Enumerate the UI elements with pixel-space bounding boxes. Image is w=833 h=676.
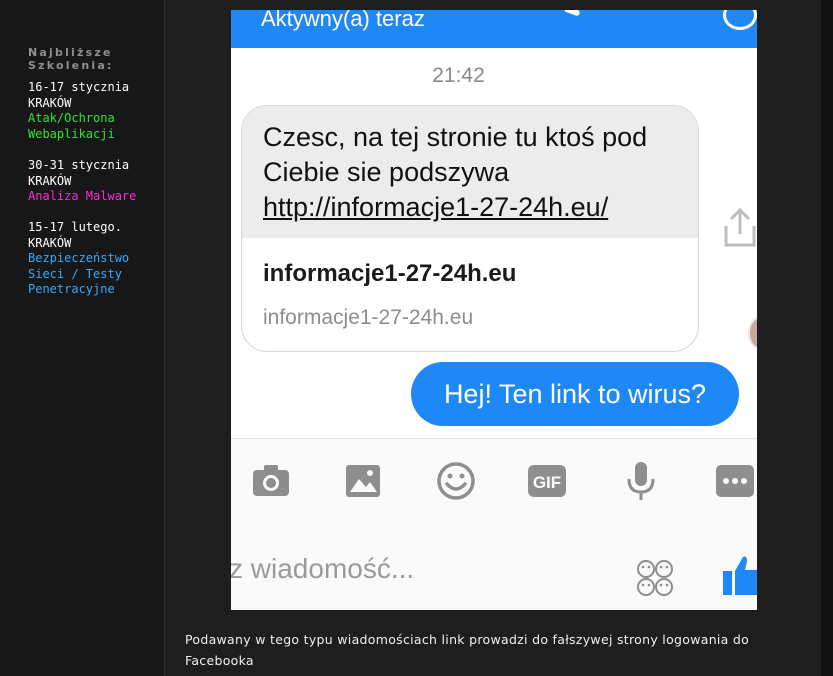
message-input[interactable] xyxy=(231,549,619,589)
phishing-link[interactable]: http://informacje1-27-24h.eu/ xyxy=(263,192,608,222)
gif-label: GIF xyxy=(533,473,561,492)
gif-icon[interactable]: GIF xyxy=(525,459,569,503)
link-preview-title: informacje1-27-24h.eu xyxy=(263,260,517,287)
event-city: KRAKÓW xyxy=(28,95,72,110)
incoming-message-text: Czesc, na tej stronie tu ktoś pod Ciebie… xyxy=(242,106,698,238)
link-preview[interactable]: informacje1-27-24h.eu informacje1-27-24h… xyxy=(242,238,698,330)
microphone-icon[interactable] xyxy=(619,459,663,503)
event-date: 16-17 stycznia xyxy=(28,80,130,94)
event-course-link[interactable]: Atak/Ochrona Webaplikacji xyxy=(28,111,160,142)
chat-header: Aktywny(a) teraz xyxy=(231,10,757,48)
active-status: Aktywny(a) teraz xyxy=(261,10,425,31)
incoming-message[interactable]: Czesc, na tej stronie tu ktoś pod Ciebie… xyxy=(241,105,699,352)
sticker-icon[interactable] xyxy=(636,559,674,597)
outgoing-message[interactable]: Hej! Ten link to wirus? xyxy=(411,362,739,426)
message-body: Czesc, na tej stronie tu ktoś pod Ciebie… xyxy=(263,122,648,187)
image-caption: Podawany w tego typu wiadomościach link … xyxy=(185,632,750,668)
more-icon[interactable] xyxy=(713,459,757,503)
training-event: 15-17 lutego. KRAKÓW Bezpieczeństwo Siec… xyxy=(28,220,160,298)
message-composer xyxy=(231,529,757,610)
event-city: KRAKÓW xyxy=(28,173,72,188)
event-course-link[interactable]: Bezpieczeństwo Sieci / Testy Penetracyjn… xyxy=(28,251,160,298)
training-event: 30-31 stycznia KRAKÓW Analiza Malware xyxy=(28,158,160,205)
emoji-icon[interactable] xyxy=(434,459,478,503)
avatar xyxy=(748,317,757,349)
thumbs-up-icon[interactable] xyxy=(723,553,757,597)
event-date: 15-17 lutego. xyxy=(28,220,122,234)
event-date: 30-31 stycznia xyxy=(28,158,130,172)
trainings-heading: Najbliższe Szkolenia: xyxy=(28,46,114,72)
event-city: KRAKÓW xyxy=(28,235,72,250)
composer-toolbar: GIF xyxy=(231,439,757,529)
event-course-link[interactable]: Analiza Malware xyxy=(28,189,160,205)
camera-icon[interactable] xyxy=(249,459,293,503)
messenger-screenshot: Aktywny(a) teraz 21:42 Czesc, na tej str… xyxy=(231,10,757,610)
header-icon xyxy=(563,10,581,17)
link-preview-domain: informacje1-27-24h.eu xyxy=(263,306,474,329)
info-icon[interactable] xyxy=(723,10,757,30)
page-edge xyxy=(821,0,833,676)
photo-icon[interactable] xyxy=(341,459,385,503)
chat-thread: 21:42 Czesc, na tej stronie tu ktoś pod … xyxy=(231,48,757,460)
training-event: 16-17 stycznia KRAKÓW Atak/Ochrona Webap… xyxy=(28,80,160,142)
share-icon[interactable] xyxy=(723,206,757,248)
message-time: 21:42 xyxy=(432,64,485,87)
sidebar: Najbliższe Szkolenia: 16-17 stycznia KRA… xyxy=(0,0,165,676)
